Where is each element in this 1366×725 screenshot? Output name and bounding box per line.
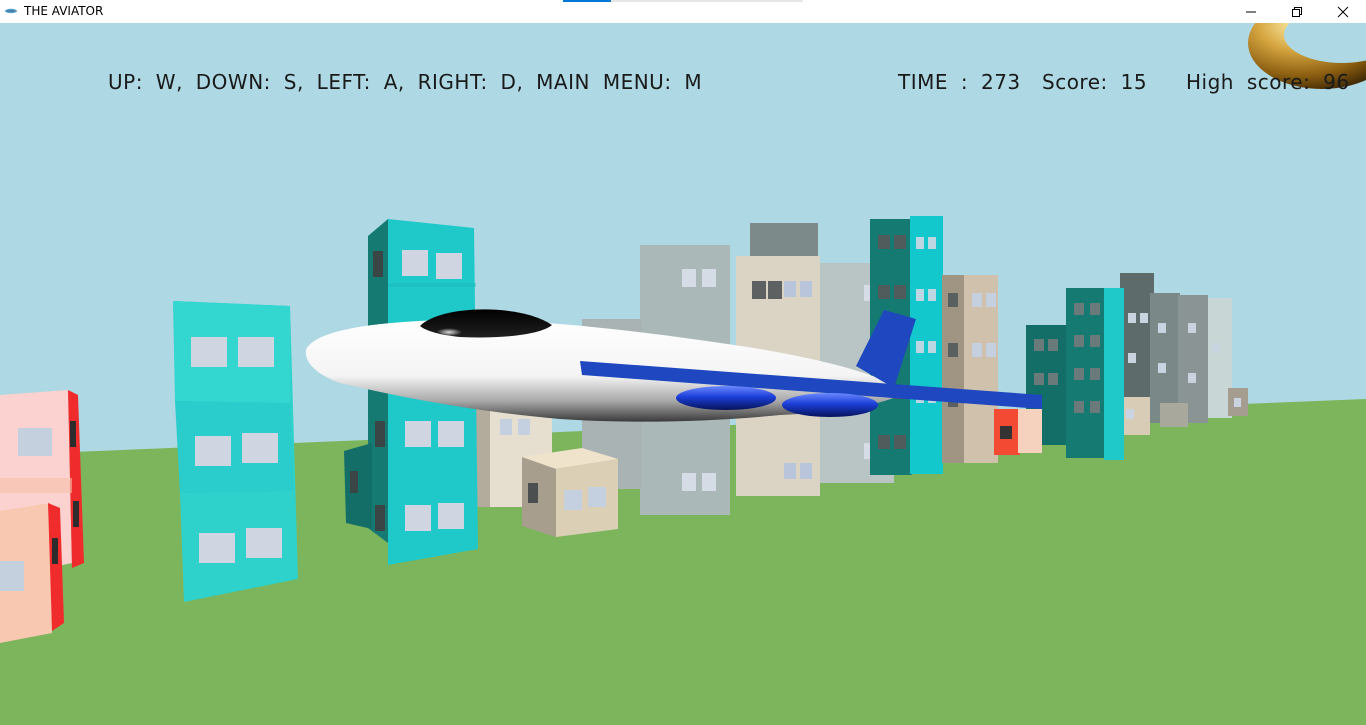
score-label: Score: (1042, 70, 1108, 94)
building-tan-cube (522, 448, 618, 537)
high-score-value: 96 (1323, 70, 1350, 94)
time-value: 273 (980, 70, 1021, 94)
controls-hint: UP: W, DOWN: S, LEFT: A, RIGHT: D, MAIN … (108, 70, 703, 94)
title-bar[interactable]: THE AVIATOR (0, 0, 1366, 23)
high-score-label: High score: (1186, 70, 1311, 94)
game-viewport[interactable]: UP: W, DOWN: S, LEFT: A, RIGHT: D, MAIN … (0, 23, 1366, 725)
building-red-small (994, 409, 1042, 455)
building-beige-right (942, 275, 998, 463)
maximize-icon (1292, 6, 1302, 17)
maximize-button[interactable] (1274, 0, 1320, 23)
minimize-icon (1246, 11, 1256, 12)
time-label: TIME : (898, 70, 969, 94)
airplane-canopy-shine (436, 321, 488, 337)
close-icon (1337, 6, 1349, 17)
time-display: TIME : 273 (898, 70, 1021, 94)
score-value: 15 (1120, 70, 1148, 94)
title-strip-highlight (563, 0, 611, 2)
airplane-engine-right (782, 393, 878, 417)
aviator-app-icon (5, 8, 17, 14)
minimize-button[interactable] (1228, 0, 1274, 23)
high-score-display: High score: 96 (1186, 70, 1350, 94)
score-display: Score: 15 (1042, 70, 1147, 94)
game-scene (0, 23, 1366, 725)
building-teal-left (173, 301, 298, 602)
close-button[interactable] (1320, 0, 1366, 23)
airplane-engine-left (676, 386, 776, 410)
window-title: THE AVIATOR (24, 4, 104, 18)
